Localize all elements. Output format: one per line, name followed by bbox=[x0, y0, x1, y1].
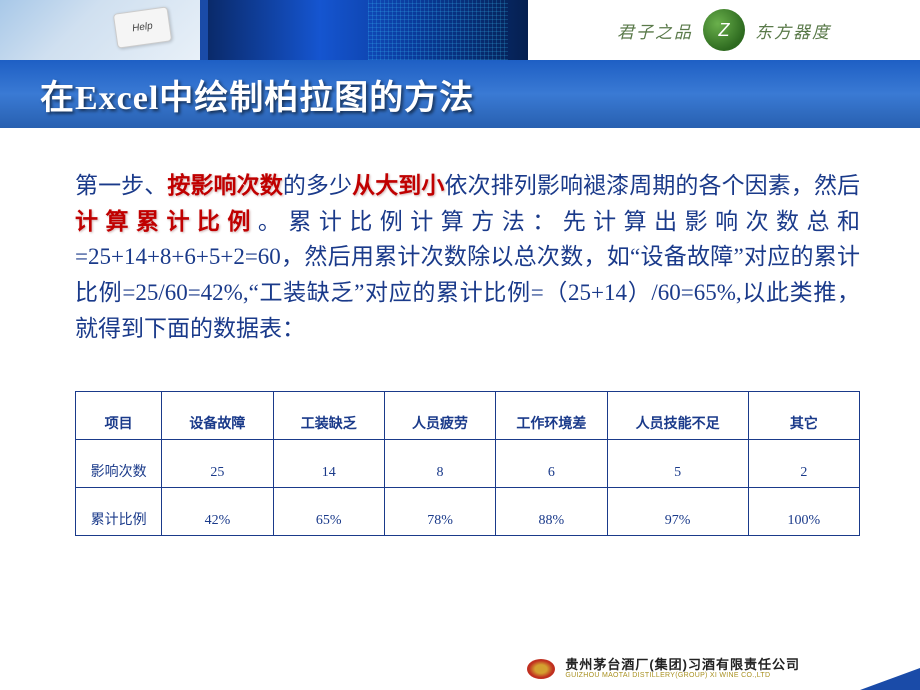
row1-c1: 25 bbox=[162, 440, 273, 488]
row2-label: 累计比例 bbox=[76, 488, 162, 536]
highlight-2: 从大到小 bbox=[352, 173, 444, 198]
footer-text: 贵州茅台酒厂(集团)习酒有限责任公司 GUIZHOU MAOTAI DISTIL… bbox=[565, 658, 800, 680]
title-band: 在Excel中绘制柏拉图的方法 bbox=[0, 60, 920, 128]
table-header-row: 项目 设备故障 工装缺乏 人员疲劳 工作环境差 人员技能不足 其它 bbox=[76, 392, 860, 440]
th-col3: 人员疲劳 bbox=[384, 392, 495, 440]
body-paragraph: 第一步、按影响次数的多少从大到小依次排列影响褪漆周期的各个因素，然后计算累计比例… bbox=[75, 168, 860, 346]
header-photo-tech bbox=[208, 0, 528, 60]
th-item: 项目 bbox=[76, 392, 162, 440]
header-accent-bar bbox=[200, 0, 208, 60]
th-col2: 工装缺乏 bbox=[273, 392, 384, 440]
th-col6: 其它 bbox=[748, 392, 859, 440]
th-col1: 设备故障 bbox=[162, 392, 273, 440]
footer-company-cn: 贵州茅台酒厂(集团)习酒有限责任公司 bbox=[565, 658, 800, 672]
row2-c2: 65% bbox=[273, 488, 384, 536]
slide-footer: 贵州茅台酒厂(集团)习酒有限责任公司 GUIZHOU MAOTAI DISTIL… bbox=[527, 658, 800, 680]
table-row: 影响次数 25 14 8 6 5 2 bbox=[76, 440, 860, 488]
body-text-b: 的多少 bbox=[283, 173, 352, 198]
row1-c3: 8 bbox=[384, 440, 495, 488]
row2-c5: 97% bbox=[607, 488, 748, 536]
row2-c6: 100% bbox=[748, 488, 859, 536]
row2-c3: 78% bbox=[384, 488, 495, 536]
row1-c4: 6 bbox=[496, 440, 607, 488]
footer-logo-icon bbox=[527, 659, 555, 679]
brand-logo-icon: Z bbox=[703, 9, 745, 51]
th-col4: 工作环境差 bbox=[496, 392, 607, 440]
slide-body: 第一步、按影响次数的多少从大到小依次排列影响褪漆周期的各个因素，然后计算累计比例… bbox=[0, 128, 920, 356]
row1-c5: 5 bbox=[607, 440, 748, 488]
brand-text-left: 君子之品 bbox=[617, 18, 693, 43]
brand-text-right: 东方器度 bbox=[755, 18, 831, 43]
highlight-3: 计算累计比例 bbox=[75, 209, 258, 234]
row1-c2: 14 bbox=[273, 440, 384, 488]
header-brand-block: 君子之品 Z 东方器度 bbox=[528, 0, 920, 60]
pareto-data-table: 项目 设备故障 工装缺乏 人员疲劳 工作环境差 人员技能不足 其它 影响次数 2… bbox=[75, 391, 860, 536]
row1-label: 影响次数 bbox=[76, 440, 162, 488]
keyboard-help-key: Help bbox=[113, 6, 172, 48]
slide-title: 在Excel中绘制柏拉图的方法 bbox=[40, 70, 474, 119]
table-row: 累计比例 42% 65% 78% 88% 97% 100% bbox=[76, 488, 860, 536]
corner-accent bbox=[860, 668, 920, 690]
th-col5: 人员技能不足 bbox=[607, 392, 748, 440]
slide-header: Help 君子之品 Z 东方器度 bbox=[0, 0, 920, 60]
footer-company-en: GUIZHOU MAOTAI DISTILLERY(GROUP) XI WINE… bbox=[565, 672, 800, 680]
row2-c1: 42% bbox=[162, 488, 273, 536]
body-text-c: 依次排列影响褪漆周期的各个因素，然后 bbox=[445, 173, 861, 198]
row2-c4: 88% bbox=[496, 488, 607, 536]
highlight-1: 按影响次数 bbox=[167, 173, 282, 198]
body-text-a: 第一步、 bbox=[75, 173, 167, 198]
row1-c6: 2 bbox=[748, 440, 859, 488]
header-photo-keyboard: Help bbox=[0, 0, 200, 60]
